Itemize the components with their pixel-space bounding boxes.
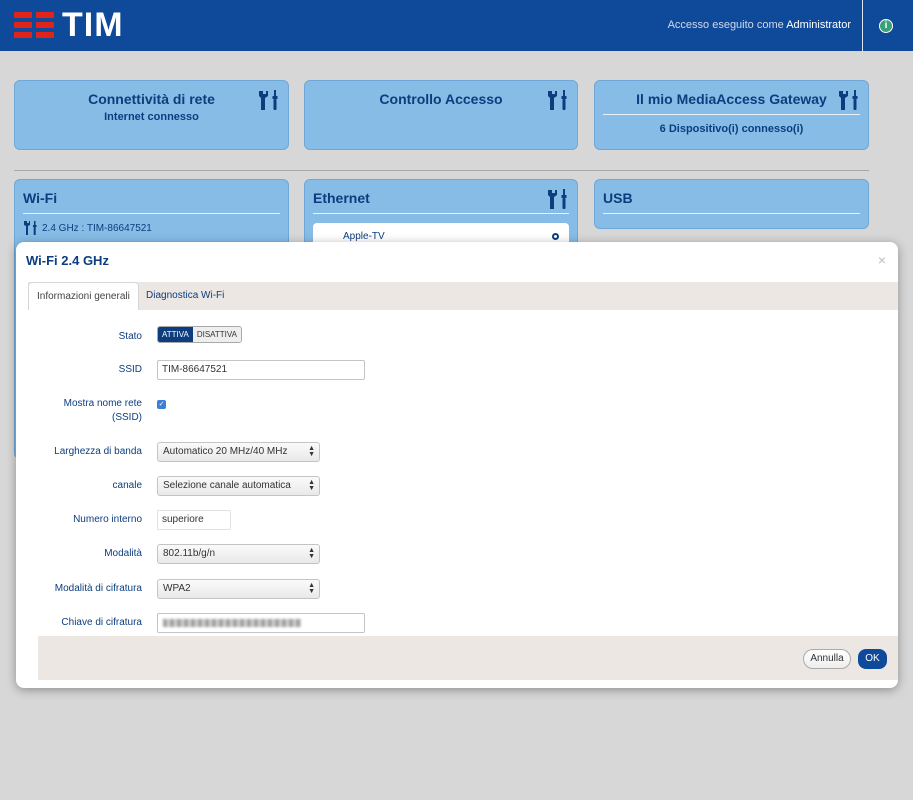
mostra-nome-label-line1: Mostra nome rete xyxy=(63,398,142,409)
mostra-nome-label-line2: (SSID) xyxy=(112,412,142,423)
banda-select[interactable]: Automatico 20 MHz/40 MHz ▲ ▼ xyxy=(157,442,320,462)
tab-informazioni-generali[interactable]: Informazioni generali xyxy=(28,282,139,310)
wifi-band-row[interactable]: 2.4 GHz : TIM-86647521 xyxy=(23,220,152,236)
toggle-on[interactable]: ATTIVA xyxy=(158,327,193,342)
redacted-key xyxy=(163,619,301,627)
tab-diagnostica-wifi[interactable]: Diagnostica Wi-Fi xyxy=(138,282,232,310)
numero-value: superiore xyxy=(157,510,231,530)
select-arrows-icon: ▲ ▼ xyxy=(308,479,315,492)
card-gateway[interactable]: Il mio MediaAccess Gateway 6 Dispositivo… xyxy=(594,80,869,150)
select-arrows-icon: ▲ ▼ xyxy=(308,547,315,560)
select-arrows-icon: ▲ ▼ xyxy=(308,445,315,458)
info-icon[interactable]: i xyxy=(879,19,893,33)
canale-label: canale xyxy=(112,480,142,491)
stato-toggle[interactable]: ATTIVA DISATTIVA xyxy=(157,326,242,343)
card-title: USB xyxy=(603,190,633,206)
numero-label: Numero interno xyxy=(73,514,142,525)
card-title: Controllo Accesso xyxy=(379,91,503,107)
mostra-nome-label: Mostra nome rete (SSID) xyxy=(64,397,142,425)
login-status: Accesso eseguito come Administrator xyxy=(668,19,851,31)
modal-footer xyxy=(38,636,898,680)
chiave-label: Chiave di cifratura xyxy=(61,617,142,628)
card-divider xyxy=(603,114,860,115)
canale-value: Selezione canale automatica xyxy=(163,480,291,491)
card-title: Ethernet xyxy=(313,190,370,206)
login-user[interactable]: Administrator xyxy=(786,19,851,31)
tools-icon[interactable] xyxy=(546,188,570,210)
card-access-control[interactable]: Controllo Accesso xyxy=(304,80,578,150)
section-divider xyxy=(14,170,869,171)
tim-logo[interactable]: TIM xyxy=(14,6,124,44)
wifi-settings-modal: Wi-Fi 2.4 GHz × Informazioni generali Di… xyxy=(16,242,898,688)
status-dot-icon xyxy=(552,233,559,240)
header-divider xyxy=(862,0,863,51)
close-icon[interactable]: × xyxy=(878,252,886,268)
ssid-label: SSID xyxy=(118,364,142,375)
card-title: Wi-Fi xyxy=(23,190,58,206)
ethernet-device[interactable]: Apple-TV xyxy=(343,231,385,242)
mostra-nome-checkbox[interactable]: ✓ xyxy=(157,400,166,409)
tools-icon[interactable] xyxy=(837,89,861,111)
banda-label: Larghezza di banda xyxy=(54,446,142,457)
card-connectivity[interactable]: Connettività di rete Internet connesso xyxy=(14,80,289,150)
wifi-band-label: 2.4 GHz : TIM-86647521 xyxy=(42,222,152,234)
ssid-input[interactable]: TIM-86647521 xyxy=(157,360,365,380)
toggle-off[interactable]: DISATTIVA xyxy=(192,327,241,342)
tab-strip: Informazioni generali Diagnostica Wi-Fi xyxy=(28,282,898,310)
tim-logo-mark xyxy=(14,10,54,40)
login-prefix: Accesso eseguito come xyxy=(667,19,784,31)
card-divider xyxy=(313,213,569,214)
card-subtitle: Internet connesso xyxy=(104,111,199,123)
tools-icon[interactable] xyxy=(546,89,570,111)
tools-icon[interactable] xyxy=(257,89,281,111)
cancel-button[interactable]: Annulla xyxy=(803,649,851,669)
cifratura-label: Modalità di cifratura xyxy=(54,583,142,594)
chiave-input[interactable] xyxy=(157,613,365,633)
canale-select[interactable]: Selezione canale automatica ▲ ▼ xyxy=(157,476,320,496)
card-divider xyxy=(23,213,280,214)
ok-button[interactable]: OK xyxy=(858,649,887,669)
card-divider xyxy=(603,213,860,214)
modal-title: Wi-Fi 2.4 GHz xyxy=(26,253,109,268)
modalita-select[interactable]: 802.11b/g/n ▲ ▼ xyxy=(157,544,320,564)
top-header: TIM Accesso eseguito come Administrator … xyxy=(0,0,913,51)
cifratura-select[interactable]: WPA2 ▲ ▼ xyxy=(157,579,320,599)
modalita-label: Modalità xyxy=(104,548,142,559)
modalita-value: 802.11b/g/n xyxy=(163,548,216,559)
stato-label: Stato xyxy=(118,331,142,342)
brand-name: TIM xyxy=(62,6,124,44)
tools-icon xyxy=(24,221,37,235)
select-arrows-icon: ▲ ▼ xyxy=(308,582,315,595)
cifratura-value: WPA2 xyxy=(163,583,191,594)
card-subtitle: 6 Dispositivo(i) connesso(i) xyxy=(659,123,804,135)
banda-value: Automatico 20 MHz/40 MHz xyxy=(163,446,288,457)
card-title: Connettività di rete xyxy=(88,91,215,107)
card-title: Il mio MediaAccess Gateway xyxy=(636,91,827,107)
card-usb[interactable]: USB xyxy=(594,179,869,229)
